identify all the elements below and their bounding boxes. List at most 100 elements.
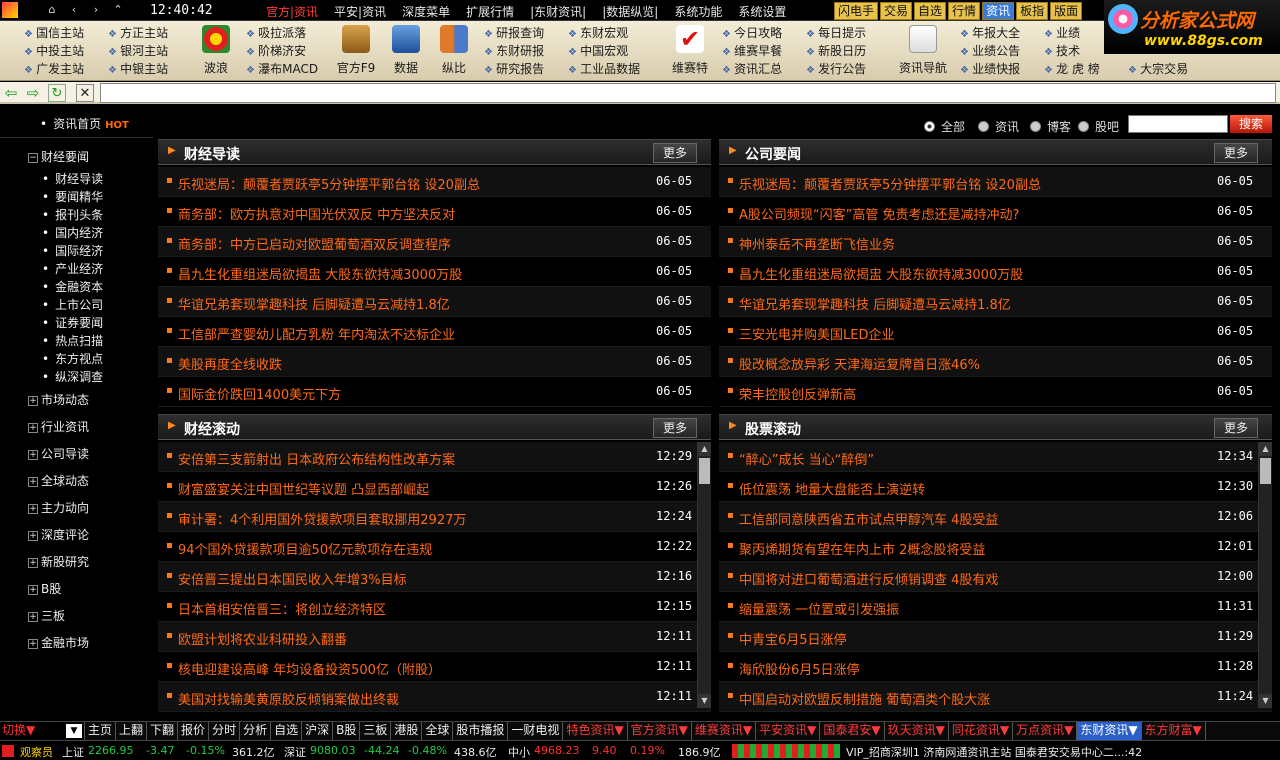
- news-row[interactable]: ▪ 商务部：欧方执意对中国光伏双反 中方坚决反对 06-05: [158, 197, 711, 227]
- news-row[interactable]: ▪ 昌九生化重组迷局欲揭盅 大股东欲持减3000万股 06-05: [719, 257, 1272, 287]
- toolbar-zongbi-button[interactable]: 纵比: [428, 25, 480, 79]
- news-title[interactable]: 安倍晋三提出日本国民收入年增3%目标: [178, 569, 648, 588]
- toolbar-link[interactable]: 阶梯济安: [246, 43, 318, 59]
- toolbar-zixun-daohang-button[interactable]: 资讯导航: [892, 25, 954, 79]
- news-title[interactable]: 美股再度全线收跌: [178, 354, 648, 373]
- menu-kuozhan[interactable]: 扩展行情: [458, 3, 522, 20]
- more-button[interactable]: 更多: [653, 143, 697, 163]
- quick-zixuan[interactable]: 自选: [914, 2, 947, 20]
- bottom-tab[interactable]: 沪深: [302, 722, 334, 741]
- home-icon[interactable]: ⌂: [44, 2, 60, 18]
- news-row[interactable]: ▪ 荣丰控股创反弹新高 06-05: [719, 377, 1272, 407]
- scroll-thumb[interactable]: [1260, 458, 1271, 484]
- sidebar-subitem[interactable]: • 国际经济: [0, 242, 153, 259]
- menu-xitong-shezhi[interactable]: 系统设置: [730, 3, 794, 20]
- quick-jiaoyi[interactable]: 交易: [880, 2, 913, 20]
- toolbar-link[interactable]: 每日提示: [806, 25, 866, 41]
- forward-icon[interactable]: ⇨: [24, 84, 42, 102]
- toolbar-link[interactable]: 研报查询: [484, 25, 544, 41]
- news-title[interactable]: 中国将对进口葡萄酒进行反倾销调查 4股有戏: [739, 569, 1209, 588]
- bottom-tab[interactable]: 主页: [85, 722, 117, 741]
- toolbar-link[interactable]: 银河主站: [108, 43, 168, 59]
- bottom-tab-zixun[interactable]: 特色资讯▼: [563, 722, 628, 741]
- news-row[interactable]: ▪ 工信部同意陕西省五市试点甲醇汽车 4股受益 12:06: [719, 502, 1272, 532]
- bottom-tab[interactable]: 下翻: [147, 722, 179, 741]
- news-row[interactable]: ▪ 乐视迷局：颠覆者贾跃亭5分钟摆平郭台铭 设20副总 06-05: [719, 167, 1272, 197]
- toolbar-link[interactable]: 业绩快报: [960, 61, 1020, 77]
- more-button[interactable]: 更多: [1214, 418, 1258, 438]
- scroll-up-icon[interactable]: ▲: [698, 442, 711, 456]
- menu-dongcai[interactable]: |东财资讯|: [522, 3, 594, 20]
- toolbar-link[interactable]: 新股日历: [806, 43, 866, 59]
- sidebar-group[interactable]: + 全球动态: [0, 472, 153, 489]
- sidebar-group[interactable]: + 三板: [0, 607, 153, 624]
- radio-boke[interactable]: 博客: [1030, 118, 1071, 135]
- toolbar-f9-button[interactable]: 官方F9: [330, 25, 382, 79]
- news-title[interactable]: 三安光电并购美国LED企业: [739, 324, 1209, 343]
- quick-hangqing[interactable]: 行情: [948, 2, 981, 20]
- back-icon[interactable]: ⇦: [2, 84, 20, 102]
- news-row[interactable]: ▪ 日本首相安倍晋三：将创立经济特区 12:15: [158, 592, 711, 622]
- sidebar-subitem[interactable]: • 证券要闻: [0, 314, 153, 331]
- news-row[interactable]: ▪ A股公司频现“闪客”高管 免责考虑还是减持冲动? 06-05: [719, 197, 1272, 227]
- scrollbar[interactable]: ▲ ▼: [697, 442, 711, 708]
- scrollbar[interactable]: ▲ ▼: [1258, 442, 1272, 708]
- toolbar-link[interactable]: 中投主站: [24, 43, 84, 59]
- menu-shuju[interactable]: |数据纵览|: [594, 3, 666, 20]
- bottom-tab-zixun[interactable]: 官方资讯▼: [628, 722, 692, 741]
- sidebar-subitem[interactable]: • 报刊头条: [0, 206, 153, 223]
- news-row[interactable]: ▪ 安倍第三支箭射出 日本政府公布结构性改革方案 12:29: [158, 442, 711, 472]
- radio-all[interactable]: 全部: [924, 118, 965, 135]
- bottom-tab[interactable]: 分时: [209, 722, 241, 741]
- scroll-up-icon[interactable]: ▲: [1259, 442, 1272, 456]
- toolbar-link[interactable]: 研究报告: [484, 61, 544, 77]
- news-title[interactable]: 荣丰控股创反弹新高: [739, 384, 1209, 403]
- bottom-tab-zixun[interactable]: 同花资讯▼: [949, 722, 1014, 741]
- more-button[interactable]: 更多: [653, 418, 697, 438]
- news-row[interactable]: ▪ 安倍晋三提出日本国民收入年增3%目标 12:16: [158, 562, 711, 592]
- news-title[interactable]: 商务部：欧方执意对中国光伏双反 中方坚决反对: [178, 204, 648, 223]
- sidebar-group[interactable]: + B股: [0, 580, 153, 597]
- bottom-tab[interactable]: 一财电视: [508, 722, 564, 741]
- toolbar-link[interactable]: 方正主站: [108, 25, 168, 41]
- quick-banzhi[interactable]: 板指: [1016, 2, 1049, 20]
- news-title[interactable]: 低位震荡 地量大盘能否上演逆转: [739, 479, 1209, 498]
- bottom-tab-zixun[interactable]: 平安资讯▼: [756, 722, 821, 741]
- news-title[interactable]: 昌九生化重组迷局欲揭盅 大股东欲持减3000万股: [739, 264, 1209, 283]
- bottom-tab[interactable]: 自选: [271, 722, 303, 741]
- news-row[interactable]: ▪ 海欣股份6月5日涨停 11:28: [719, 652, 1272, 682]
- forward-arrow-icon[interactable]: ›: [88, 2, 104, 18]
- news-title[interactable]: 缩量震荡 一位置或引发强振: [739, 599, 1209, 618]
- sidebar-group[interactable]: + 公司导读: [0, 445, 153, 462]
- refresh-icon[interactable]: ↻: [48, 84, 66, 102]
- news-row[interactable]: ▪ 商务部：中方已启动对欧盟葡萄酒双反调查程序 06-05: [158, 227, 711, 257]
- news-row[interactable]: ▪ 美股再度全线收跌 06-05: [158, 347, 711, 377]
- news-row[interactable]: ▪ 美国对找输美黄原胶反倾销案做出终裁 12:11: [158, 682, 711, 712]
- toolbar-link[interactable]: 维赛早餐: [722, 43, 782, 59]
- sidebar-subitem[interactable]: • 金融资本: [0, 278, 153, 295]
- bottom-tab[interactable]: 港股: [391, 722, 423, 741]
- search-input[interactable]: [1128, 115, 1228, 133]
- toolbar-link[interactable]: 年报大全: [960, 25, 1020, 41]
- news-row[interactable]: ▪ 聚丙烯期货有望在年内上市 2概念股将受益 12:01: [719, 532, 1272, 562]
- quick-banmian[interactable]: 版面: [1050, 2, 1083, 20]
- news-row[interactable]: ▪ 中国启动对欧盟反制措施 葡萄酒类个股大涨 11:24: [719, 682, 1272, 712]
- search-button[interactable]: 搜索: [1230, 115, 1272, 133]
- bottom-tab-zixun[interactable]: 国泰君安▼: [820, 722, 885, 741]
- toolbar-link[interactable]: 发行公告: [806, 61, 866, 77]
- bottom-tab[interactable]: 分析: [240, 722, 272, 741]
- news-title[interactable]: 乐视迷局：颠覆者贾跃亭5分钟摆平郭台铭 设20副总: [178, 174, 648, 193]
- toolbar-link[interactable]: 国信主站: [24, 25, 84, 41]
- bottom-tab[interactable]: 报价: [178, 722, 210, 741]
- news-title[interactable]: 审计署：4个利用国外贷援款项目套取挪用2927万: [178, 509, 648, 528]
- news-title[interactable]: 中国启动对欧盟反制措施 葡萄酒类个股大涨: [739, 689, 1209, 708]
- more-button[interactable]: 更多: [1214, 143, 1258, 163]
- news-row[interactable]: ▪ 神州泰岳不再垄断飞信业务 06-05: [719, 227, 1272, 257]
- sidebar-group[interactable]: + 市场动态: [0, 391, 153, 408]
- sidebar-subitem[interactable]: • 热点扫描: [0, 332, 153, 349]
- stop-icon[interactable]: ✕: [76, 84, 94, 102]
- toolbar-link[interactable]: 吸拉派落: [246, 25, 318, 41]
- switch-dropdown[interactable]: 切换▼ ▼: [0, 722, 85, 741]
- bottom-tab-zixun[interactable]: 玖天资讯▼: [885, 722, 949, 741]
- toolbar-weisaite-button[interactable]: ✔ 维赛特: [664, 25, 716, 79]
